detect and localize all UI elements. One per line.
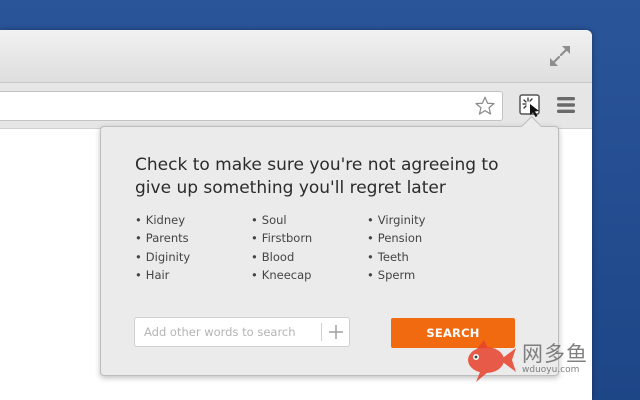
address-bar[interactable]	[0, 91, 503, 121]
watermark-name: 网多鱼	[522, 342, 588, 366]
magnifier-extension-icon[interactable]	[518, 93, 542, 117]
word-item: Firstborn	[251, 229, 367, 247]
watermark: 网多鱼 wduoyu.com	[462, 332, 640, 392]
word-item: Virginity	[367, 211, 483, 229]
search-input[interactable]	[144, 318, 314, 346]
word-column-3: Virginity Pension Teeth Sperm	[367, 211, 483, 284]
word-item: Diginity	[135, 248, 251, 266]
browser-toolbar	[0, 83, 592, 129]
word-item: Kneecap	[251, 266, 367, 284]
word-item: Soul	[251, 211, 367, 229]
fullscreen-icon[interactable]	[548, 44, 572, 68]
word-item: Blood	[251, 248, 367, 266]
word-item: Sperm	[367, 266, 483, 284]
word-item: Teeth	[367, 248, 483, 266]
watermark-url: wduoyu.com	[522, 365, 580, 375]
word-item: Parents	[135, 229, 251, 247]
word-column-1: Kidney Parents Diginity Hair	[135, 211, 251, 284]
word-column-2: Soul Firstborn Blood Kneecap	[251, 211, 367, 284]
word-list: Kidney Parents Diginity Hair Soul Firstb…	[135, 211, 483, 284]
popup-title: Check to make sure you're not agreeing t…	[135, 155, 499, 198]
word-item: Kidney	[135, 211, 251, 229]
plus-icon[interactable]	[325, 321, 347, 343]
word-item: Hair	[135, 266, 251, 284]
search-box	[134, 317, 350, 347]
star-icon[interactable]	[474, 95, 496, 117]
title-bar	[0, 30, 592, 83]
hamburger-menu-icon[interactable]	[556, 95, 576, 115]
divider	[321, 323, 322, 341]
word-item: Pension	[367, 229, 483, 247]
fish-logo-icon	[468, 340, 516, 382]
